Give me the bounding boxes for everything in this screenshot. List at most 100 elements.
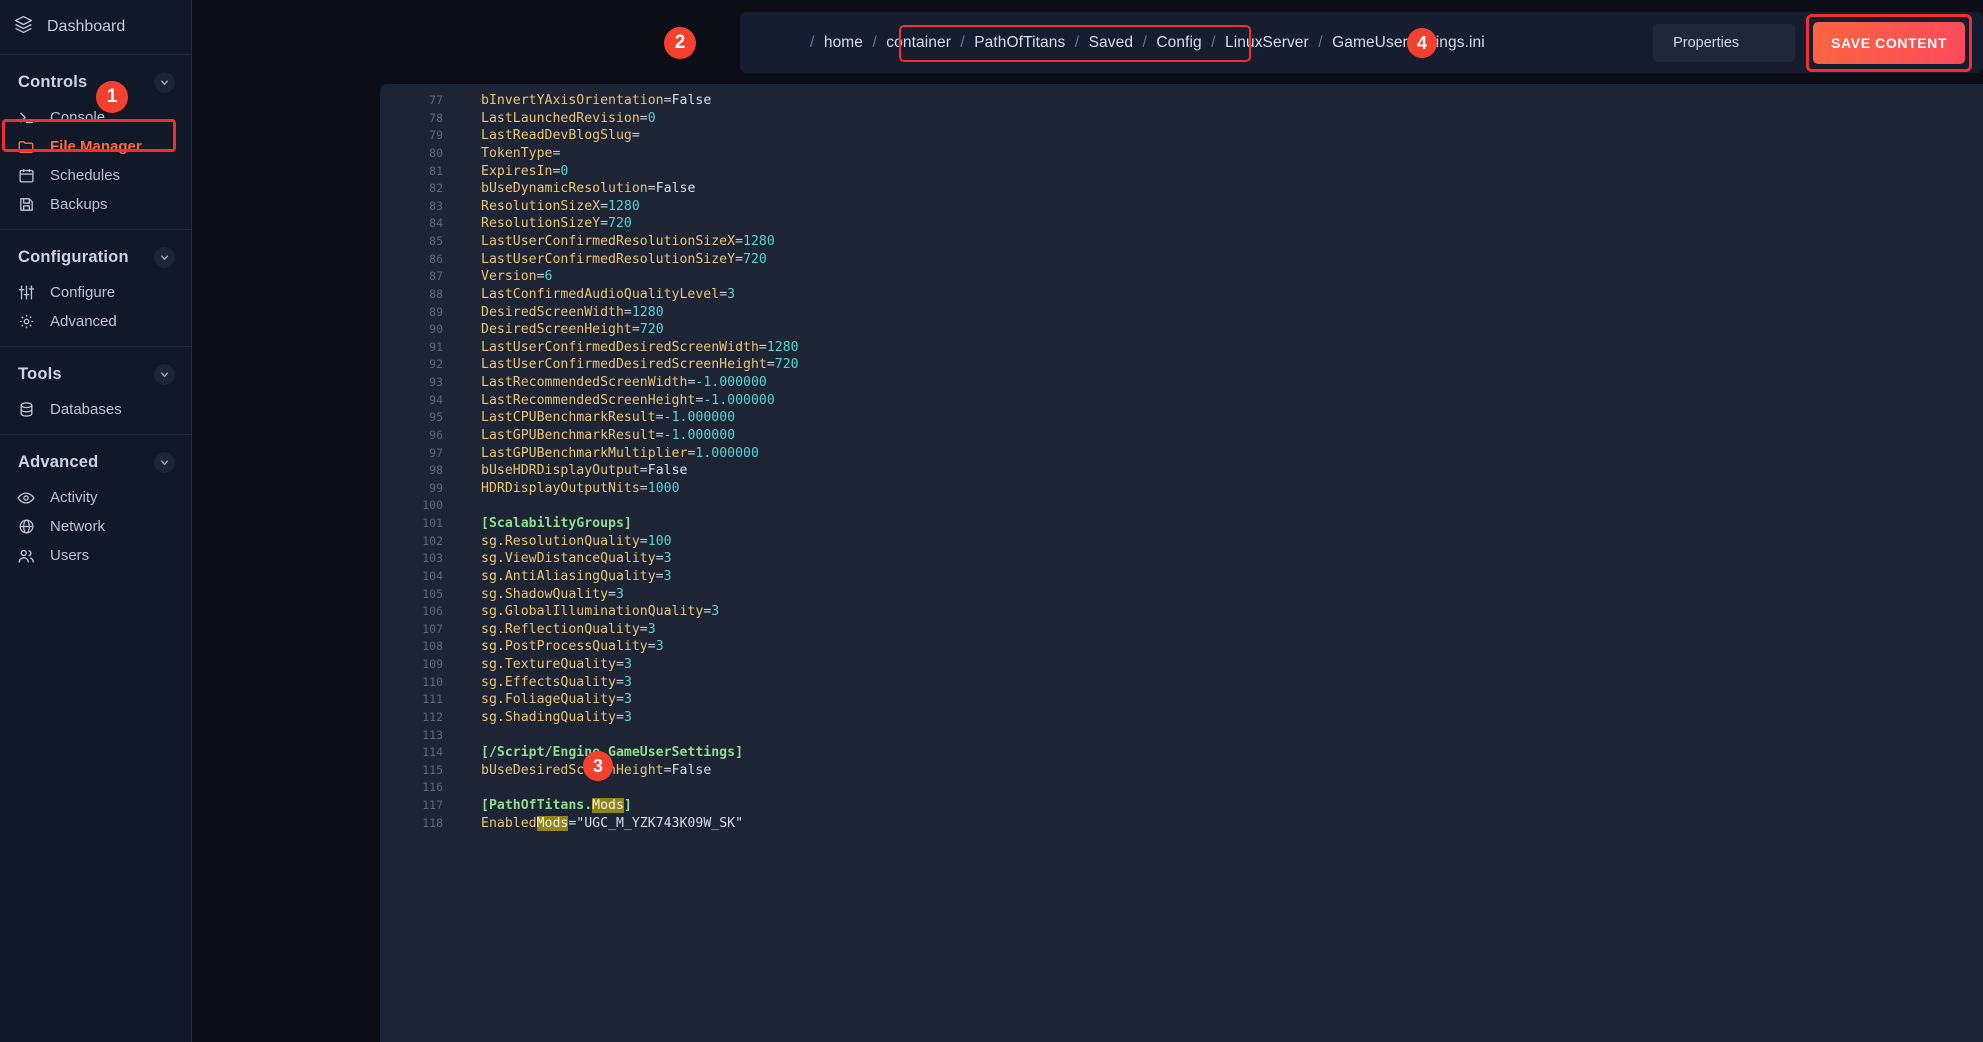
chevron-down-icon[interactable] <box>154 72 175 93</box>
line-text[interactable]: sg.ReflectionQuality=3 <box>452 621 656 639</box>
line-text[interactable]: LastUserConfirmedResolutionSizeX=1280 <box>452 233 775 251</box>
sidebar-group-title: Configuration <box>18 248 129 266</box>
sidebar-item-backups[interactable]: Backups <box>0 190 191 219</box>
sidebar-group-header-tools[interactable]: Tools <box>0 347 191 395</box>
line-text[interactable]: sg.GlobalIlluminationQuality=3 <box>452 603 719 621</box>
line-text[interactable]: HDRDisplayOutputNits=1000 <box>452 480 680 498</box>
line-text[interactable]: LastGPUBenchmarkResult=-1.000000 <box>452 427 735 445</box>
line-text[interactable] <box>452 497 489 515</box>
code-line: 106 sg.GlobalIlluminationQuality=3 <box>380 603 1983 621</box>
line-text[interactable]: [ScalabilityGroups] <box>452 515 632 533</box>
sidebar-item-activity[interactable]: Activity <box>0 483 191 512</box>
sidebar-group-header-configuration[interactable]: Configuration <box>0 230 191 278</box>
line-text[interactable]: LastUserConfirmedResolutionSizeY=720 <box>452 251 767 269</box>
chevron-down-icon[interactable] <box>154 364 175 385</box>
line-text[interactable]: DesiredScreenHeight=720 <box>452 321 664 339</box>
sidebar-item-file-manager[interactable]: File Manager <box>0 132 191 161</box>
line-text[interactable]: bUseDynamicResolution=False <box>452 180 695 198</box>
code-line: 95 LastCPUBenchmarkResult=-1.000000 <box>380 409 1983 427</box>
file-editor-panel[interactable]: 77 bInvertYAxisOrientation=False 78 LastLau… <box>380 84 1983 1042</box>
sidebar-item-console[interactable]: Console <box>0 103 191 132</box>
code-line: 96 LastGPUBenchmarkResult=-1.000000 <box>380 427 1983 445</box>
sidebar-item-users[interactable]: Users <box>0 541 191 570</box>
line-number: 84 <box>429 216 443 231</box>
line-text[interactable]: LastConfirmedAudioQualityLevel=3 <box>452 286 735 304</box>
line-text[interactable]: LastGPUBenchmarkMultiplier=1.000000 <box>452 445 759 463</box>
line-number: 115 <box>422 762 443 777</box>
breadcrumb-segment-pathoftitans[interactable]: PathOfTitans <box>974 34 1065 51</box>
properties-button[interactable]: Properties <box>1653 23 1796 62</box>
sidebar-item-databases[interactable]: Databases <box>0 395 191 424</box>
line-text[interactable]: Version=6 <box>452 268 552 286</box>
line-text[interactable]: LastRecommendedScreenHeight=-1.000000 <box>452 392 775 410</box>
code-line: 102 sg.ResolutionQuality=100 <box>380 533 1983 551</box>
sidebar: Dashboard Controls Console File Manager … <box>0 0 192 1042</box>
line-text[interactable]: TokenType= <box>452 145 560 163</box>
code-line: 101 [ScalabilityGroups] <box>380 515 1983 533</box>
line-text[interactable]: sg.ViewDistanceQuality=3 <box>452 550 672 568</box>
sidebar-group-title: Controls <box>18 73 88 91</box>
line-number: 86 <box>429 251 443 266</box>
top-bar-actions: Properties SAVE CONTENT <box>1653 13 1983 72</box>
sidebar-group-title: Advanced <box>18 453 99 471</box>
line-text[interactable]: sg.AntiAliasingQuality=3 <box>452 568 672 586</box>
line-text[interactable]: LastUserConfirmedDesiredScreenWidth=1280 <box>452 339 799 357</box>
breadcrumb-segment-linuxserver[interactable]: LinuxServer <box>1225 34 1309 51</box>
line-text[interactable]: sg.TextureQuality=3 <box>452 656 632 674</box>
code-line: 94 LastRecommendedScreenHeight=-1.000000 <box>380 392 1983 410</box>
code-line: 105 sg.ShadowQuality=3 <box>380 586 1983 604</box>
line-text[interactable] <box>452 779 489 797</box>
main-content: / home / container / PathOfTitans / Save… <box>192 0 1983 1042</box>
code-line: 81 ExpiresIn=0 <box>380 163 1983 181</box>
line-text[interactable]: sg.FoliageQuality=3 <box>452 691 632 709</box>
line-text[interactable]: sg.ShadingQuality=3 <box>452 709 632 727</box>
breadcrumb: / home / container / PathOfTitans / Save… <box>805 34 1485 52</box>
line-text[interactable]: bInvertYAxisOrientation=False <box>452 92 711 110</box>
line-number: 94 <box>429 392 443 407</box>
line-text[interactable]: sg.PostProcessQuality=3 <box>452 638 664 656</box>
line-text[interactable]: sg.ResolutionQuality=100 <box>452 533 672 551</box>
line-text[interactable]: bUseDesiredScreenHeight=False <box>452 762 711 780</box>
line-text[interactable]: LastReadDevBlogSlug= <box>452 127 640 145</box>
line-text[interactable]: LastLaunchedRevision=0 <box>452 110 656 128</box>
code-area[interactable]: 77 bInvertYAxisOrientation=False 78 LastLau… <box>380 84 1983 832</box>
chevron-down-icon[interactable] <box>154 452 175 473</box>
line-number: 85 <box>429 234 443 248</box>
line-text[interactable]: DesiredScreenWidth=1280 <box>452 304 664 322</box>
chevron-down-icon[interactable] <box>154 247 175 268</box>
sidebar-item-dashboard[interactable]: Dashboard <box>0 0 191 55</box>
line-text[interactable]: bUseHDRDisplayOutput=False <box>452 462 687 480</box>
code-line: 100 <box>380 497 1983 515</box>
sidebar-item-schedules[interactable]: Schedules <box>0 161 191 190</box>
line-text[interactable]: ResolutionSizeX=1280 <box>452 198 640 216</box>
breadcrumb-segment-config[interactable]: Config <box>1156 34 1201 51</box>
sidebar-item-network[interactable]: Network <box>0 512 191 541</box>
line-text[interactable]: LastUserConfirmedDesiredScreenHeight=720 <box>452 356 799 374</box>
annotation-badge-3: 3 <box>583 751 613 781</box>
sidebar-group-header-advanced[interactable]: Advanced <box>0 435 191 483</box>
sidebar-item-configure[interactable]: Configure <box>0 278 191 307</box>
breadcrumb-segment-container[interactable]: container <box>886 34 951 51</box>
line-text[interactable] <box>452 727 489 745</box>
sidebar-item-advanced-config[interactable]: Advanced <box>0 307 191 336</box>
line-text[interactable]: [PathOfTitans.Mods] <box>452 797 632 815</box>
line-text[interactable]: LastCPUBenchmarkResult=-1.000000 <box>452 409 735 427</box>
line-text[interactable]: ResolutionSizeY=720 <box>452 215 632 233</box>
breadcrumb-separator: / <box>960 33 965 51</box>
line-number: 97 <box>429 445 443 460</box>
code-line: 117 [PathOfTitans.Mods] <box>380 797 1983 815</box>
line-text[interactable]: EnabledMods="UGC_M_YZK743K09W_SK" <box>452 815 743 833</box>
line-text[interactable]: LastRecommendedScreenWidth=-1.000000 <box>452 374 767 392</box>
line-text[interactable]: ExpiresIn=0 <box>452 163 568 181</box>
line-text[interactable]: sg.EffectsQuality=3 <box>452 674 632 692</box>
breadcrumb-segment-saved[interactable]: Saved <box>1089 34 1133 51</box>
sidebar-group-title: Tools <box>18 365 62 383</box>
line-number: 110 <box>422 674 443 689</box>
line-text[interactable]: sg.ShadowQuality=3 <box>452 586 624 604</box>
line-number: 118 <box>422 815 443 830</box>
breadcrumb-separator: / <box>1318 33 1323 51</box>
line-number: 103 <box>422 551 443 566</box>
code-line: 91 LastUserConfirmedDesiredScreenWidth=12… <box>380 339 1983 357</box>
breadcrumb-segment-home[interactable]: home <box>824 34 863 51</box>
save-content-button[interactable]: SAVE CONTENT <box>1813 21 1965 64</box>
